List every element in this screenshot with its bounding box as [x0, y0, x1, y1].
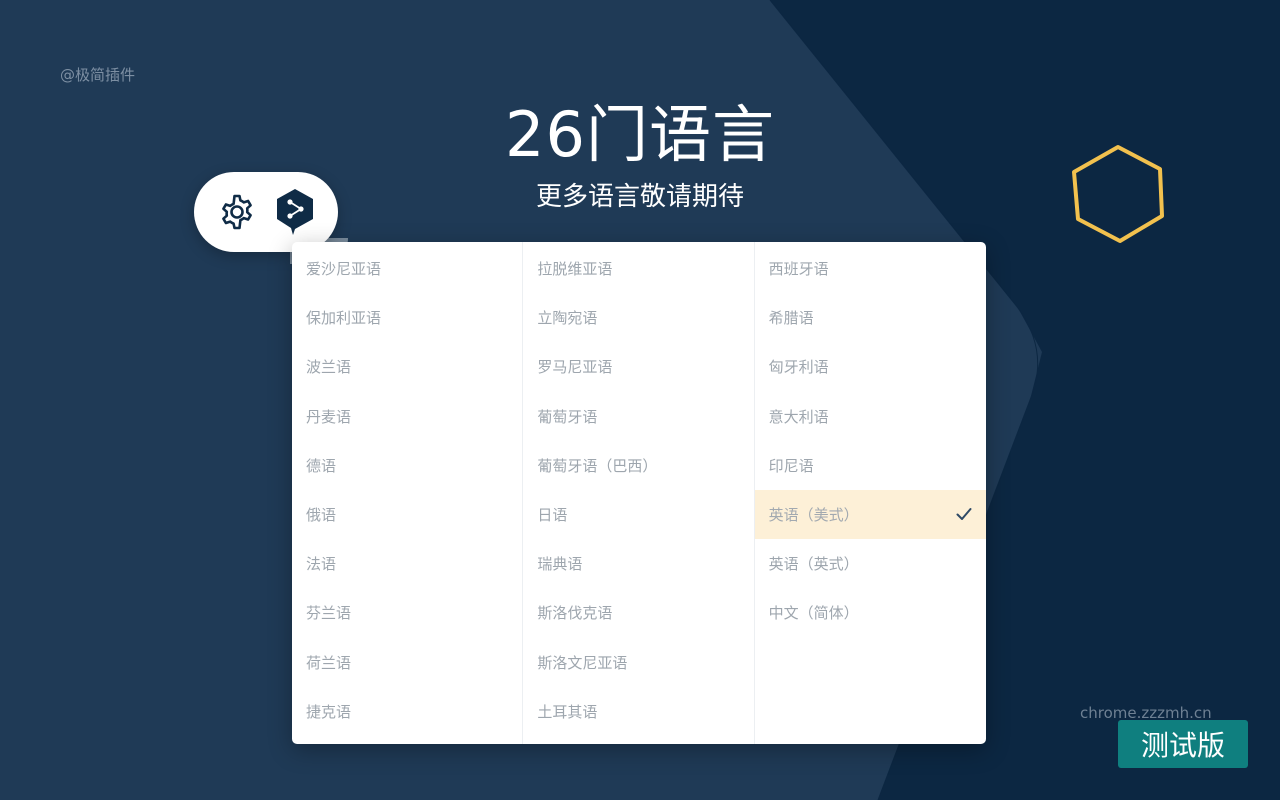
check-icon: [956, 507, 972, 520]
language-item[interactable]: 斯洛伐克语: [523, 588, 753, 637]
translate-logo-button[interactable]: [273, 189, 317, 235]
language-item[interactable]: 瑞典语: [523, 539, 753, 588]
language-list-panel: 爱沙尼亚语 保加利亚语 波兰语 丹麦语 德语 俄语 法语 芬兰语 荷兰语 捷克语…: [292, 242, 986, 744]
language-item[interactable]: 俄语: [292, 490, 522, 539]
language-column-1: 爱沙尼亚语 保加利亚语 波兰语 丹麦语 德语 俄语 法语 芬兰语 荷兰语 捷克语: [292, 242, 524, 744]
settings-button[interactable]: [215, 190, 259, 234]
language-item[interactable]: 葡萄牙语（巴西）: [523, 441, 753, 490]
watermark-text: @极简插件: [60, 66, 136, 84]
language-item[interactable]: 丹麦语: [292, 392, 522, 441]
language-item[interactable]: 德语: [292, 441, 522, 490]
floating-toolbar: [194, 172, 338, 252]
language-item[interactable]: 罗马尼亚语: [523, 342, 753, 391]
language-item[interactable]: 捷克语: [292, 687, 522, 736]
language-item[interactable]: 匈牙利语: [755, 342, 986, 391]
language-item[interactable]: 立陶宛语: [523, 293, 753, 342]
language-item[interactable]: 英语（英式）: [755, 539, 986, 588]
language-item[interactable]: 波兰语: [292, 342, 522, 391]
language-column-2: 拉脱维亚语 立陶宛语 罗马尼亚语 葡萄牙语 葡萄牙语（巴西） 日语 瑞典语 斯洛…: [523, 242, 755, 744]
hexagon-decoration: [1072, 145, 1164, 243]
language-item-label: 英语（美式）: [768, 506, 859, 525]
language-item[interactable]: 日语: [523, 490, 753, 539]
language-item[interactable]: 意大利语: [755, 392, 986, 441]
beta-badge: 测试版: [1118, 720, 1248, 768]
language-item[interactable]: 印尼语: [755, 441, 986, 490]
language-item[interactable]: 荷兰语: [292, 638, 522, 687]
language-item[interactable]: 希腊语: [755, 293, 986, 342]
language-item[interactable]: 保加利亚语: [292, 293, 522, 342]
gear-icon: [222, 194, 252, 230]
language-column-3: 西班牙语 希腊语 匈牙利语 意大利语 印尼语 英语（美式） 英语（英式） 中文（…: [754, 242, 986, 744]
language-item[interactable]: 西班牙语: [755, 244, 986, 293]
language-item[interactable]: 法语: [292, 539, 522, 588]
language-item[interactable]: 拉脱维亚语: [523, 244, 753, 293]
language-item[interactable]: 葡萄牙语: [523, 392, 753, 441]
deepl-logo-icon: [277, 189, 313, 235]
language-item[interactable]: 中文（简体）: [755, 588, 986, 637]
language-item[interactable]: 爱沙尼亚语: [292, 244, 522, 293]
language-item[interactable]: 土耳其语: [523, 687, 753, 736]
language-item[interactable]: 芬兰语: [292, 588, 522, 637]
language-item-selected[interactable]: 英语（美式）: [754, 489, 986, 540]
language-item[interactable]: 斯洛文尼亚语: [523, 638, 753, 687]
